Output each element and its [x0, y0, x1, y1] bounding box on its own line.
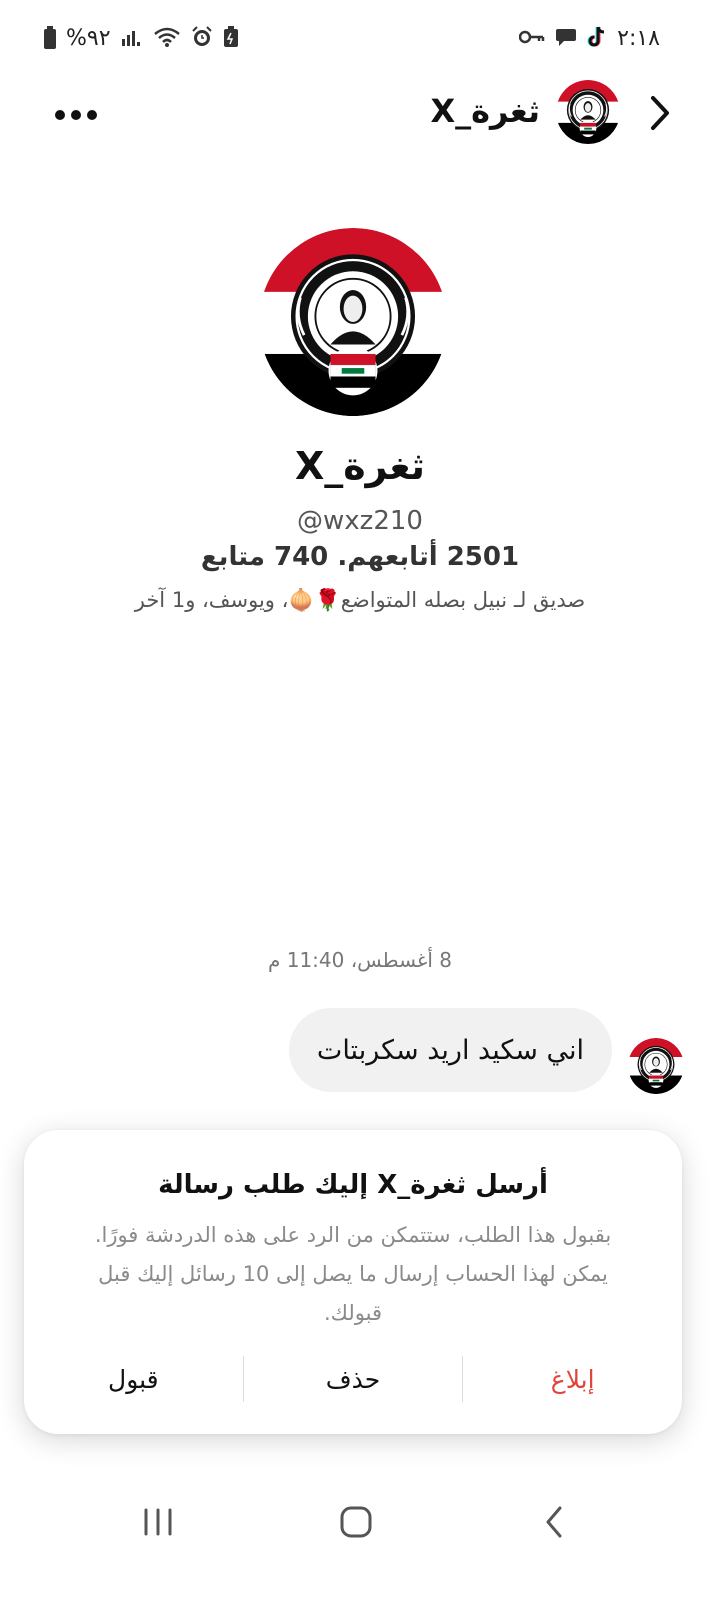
recent-apps-button[interactable] — [140, 1504, 176, 1540]
avatar-image-icon — [259, 228, 447, 416]
message-bubble[interactable]: اني سكيد اريد سكربتات — [288, 1008, 612, 1092]
request-actions: إبلاغ حذف قبول — [24, 1356, 682, 1402]
request-title: أرسل ثغرة_X إليك طلب رسالة — [158, 1170, 548, 1200]
tiktok-icon — [587, 25, 607, 54]
status-time: ٢:١٨ — [617, 26, 660, 51]
battery-saver-icon — [223, 25, 239, 53]
system-nav-bar — [0, 1490, 720, 1560]
status-right: ٢:١٨ — [518, 25, 660, 54]
avatar-image-icon — [628, 1038, 684, 1094]
status-left: %٩٢ — [44, 25, 239, 53]
more-options-button[interactable] — [54, 98, 104, 128]
back-icon — [546, 1506, 562, 1538]
nav-back-button[interactable] — [540, 1504, 568, 1540]
profile-name: ثغرة_X — [294, 444, 426, 488]
delete-button[interactable]: حذف — [244, 1356, 463, 1402]
chat-request-screen: %٩٢ ٢:١٨ ثغرة_X ثغرة_X @wxz210 2501 أتاب… — [0, 0, 720, 1600]
header-username[interactable]: ثغرة_X — [430, 92, 540, 132]
profile-avatar[interactable] — [259, 228, 447, 416]
accept-button[interactable]: قبول — [24, 1356, 243, 1402]
profile-mutual-friends: صديق لـ نبيل بصله المتواضع🌹🧅، ويوسف، و1 … — [134, 588, 586, 612]
alarm-icon — [191, 25, 213, 53]
chat-bubble-icon — [555, 26, 577, 53]
avatar-image-icon — [556, 80, 620, 144]
sender-avatar[interactable] — [628, 1038, 684, 1094]
home-icon — [340, 1506, 372, 1538]
report-button[interactable]: إبلاغ — [463, 1356, 682, 1402]
top-bar: ثغرة_X — [0, 78, 720, 148]
battery-percent: %٩٢ — [66, 26, 111, 51]
profile-handle: @wxz210 — [297, 506, 423, 536]
chevron-right-icon — [651, 96, 669, 130]
message-request-card: أرسل ثغرة_X إليك طلب رسالة بقبول هذا الط… — [24, 1130, 682, 1434]
battery-icon — [44, 26, 56, 49]
wifi-icon — [153, 26, 181, 53]
home-button[interactable] — [338, 1504, 374, 1540]
more-dots-icon — [55, 110, 97, 120]
request-description: بقبول هذا الطلب، ستتمكن من الرد على هذه … — [94, 1223, 612, 1325]
header-avatar[interactable] — [556, 80, 620, 144]
profile-stats: 2501 أتابعهم. 740 متابع — [200, 542, 520, 572]
key-icon — [518, 28, 545, 50]
status-bar: %٩٢ ٢:١٨ — [44, 22, 660, 56]
signal-icon — [121, 27, 143, 52]
back-button[interactable] — [640, 88, 680, 138]
recent-apps-icon — [144, 1508, 172, 1536]
message-timestamp: 8 أغسطس، 11:40 م — [267, 948, 453, 972]
